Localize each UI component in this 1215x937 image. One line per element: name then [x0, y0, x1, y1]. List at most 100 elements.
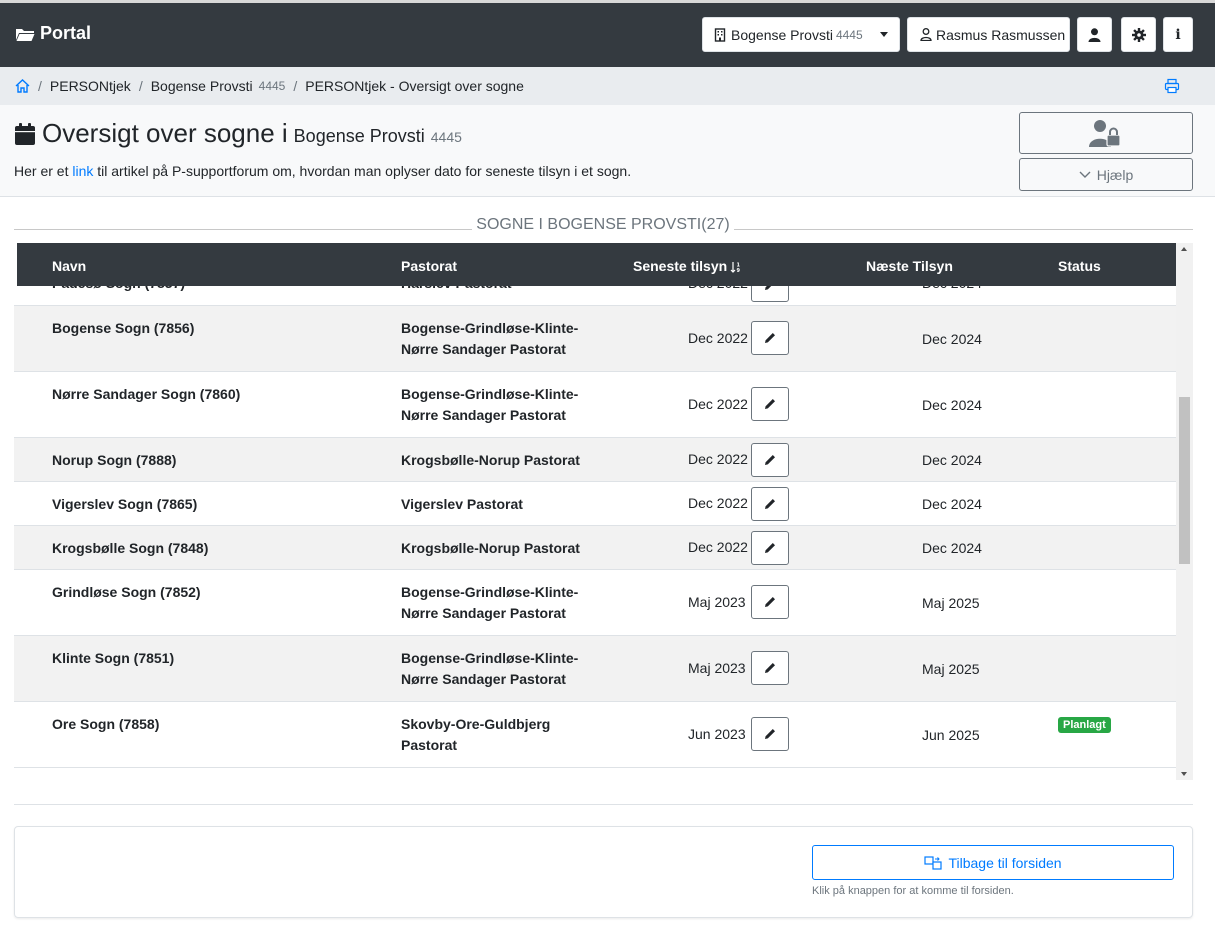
gear-icon: [1131, 27, 1146, 42]
settings-button[interactable]: [1121, 17, 1156, 52]
pencil-icon: [765, 333, 775, 343]
info-button[interactable]: i: [1163, 17, 1193, 52]
edit-button[interactable]: [751, 717, 789, 751]
user-lock-icon: [1089, 120, 1121, 147]
footer-card: Tilbage til forsiden Klik på knappen for…: [14, 826, 1193, 918]
cell-naeste-tilsyn: Dec 2024: [922, 397, 982, 413]
pencil-icon: [765, 663, 775, 673]
edit-button[interactable]: [751, 531, 789, 565]
info-text: Her er et link til artikel på P-supportf…: [14, 163, 631, 179]
cell-naeste-tilsyn: Dec 2024: [922, 496, 982, 512]
breadcrumb-personjek[interactable]: PERSONtjek: [50, 78, 131, 94]
cell-seneste-tilsyn: Dec 2022: [688, 495, 748, 511]
pencil-icon: [765, 729, 775, 739]
folder-open-icon: [16, 28, 35, 41]
cell-pastorat: Vigerslev Pastorat: [401, 496, 523, 512]
table-header: Navn Pastorat Seneste tilsyn 1 9 Næste Til…: [14, 243, 1176, 286]
pencil-icon: [765, 597, 775, 607]
cell-pastorat: Bogense-Grindløse-Klinte-Nørre Sandager …: [401, 650, 579, 687]
info-text-after: til artikel på P-supportforum om, hvorda…: [97, 163, 632, 179]
provsti-label: Bogense Provsti: [731, 26, 833, 43]
cell-navn: Vigerslev Sogn (7865): [52, 496, 198, 512]
table-row: Grindløse Sogn (7852) Bogense-Grindløse-…: [14, 570, 1176, 636]
scroll-down-arrow-icon[interactable]: [1181, 772, 1187, 776]
profile-button[interactable]: [1077, 17, 1112, 52]
support-forum-link[interactable]: link: [72, 163, 93, 179]
back-to-home-button[interactable]: Tilbage til forsiden: [812, 845, 1174, 880]
table-row: Norup Sogn (7888) Krogsbølle-Norup Pasto…: [14, 438, 1176, 482]
brand-label: Portal: [40, 23, 92, 43]
section-count: (27): [701, 216, 730, 233]
building-icon: [714, 27, 726, 42]
breadcrumb-separator: /: [38, 78, 42, 94]
back-button-label: Tilbage til forsiden: [948, 854, 1062, 871]
section-title-text: SOGNE I BOGENSE PROVSTI: [476, 216, 702, 233]
table-row: Klinte Sogn (7851) Bogense-Grindløse-Kli…: [14, 636, 1176, 702]
print-icon[interactable]: [1164, 78, 1180, 94]
column-header-status[interactable]: Status: [1058, 258, 1101, 274]
cell-navn: Ore Sogn (7858): [52, 716, 160, 732]
breadcrumb-current: PERSONtjek - Oversigt over sogne: [305, 78, 524, 94]
cell-seneste-tilsyn: Maj 2023: [688, 660, 746, 676]
cell-naeste-tilsyn: Maj 2025: [922, 661, 980, 677]
info-text-before: Her er et: [14, 163, 69, 179]
column-header-naeste[interactable]: Næste Tilsyn: [866, 258, 953, 274]
cell-navn: Norup Sogn (7888): [52, 452, 177, 468]
section-divider-left: [14, 229, 472, 230]
home-icon[interactable]: [15, 79, 30, 93]
pencil-icon: [765, 455, 775, 465]
cell-seneste-tilsyn: Dec 2022: [688, 330, 748, 346]
table-row: Krogsbølle Sogn (7848) Krogsbølle-Norup …: [14, 526, 1176, 570]
scrollbar-thumb[interactable]: [1179, 397, 1190, 564]
user-button[interactable]: Rasmus Rasmussen: [907, 17, 1070, 52]
cell-naeste-tilsyn: Jun 2025: [922, 727, 980, 743]
table-row: Vigerslev Sogn (7865) Vigerslev Pastorat…: [14, 482, 1176, 526]
user-icon: [920, 28, 932, 41]
user-label: Rasmus Rasmussen: [936, 26, 1066, 43]
cell-seneste-tilsyn: Dec 2022: [688, 539, 748, 555]
scroll-up-arrow-icon[interactable]: [1181, 247, 1187, 251]
cell-pastorat: Skovby-Ore-Guldbjerg Pastorat: [401, 716, 551, 753]
pencil-icon: [765, 399, 775, 409]
cell-pastorat: Bogense-Grindløse-Klinte-Nørre Sandager …: [401, 386, 579, 423]
column-header-pastorat[interactable]: Pastorat: [401, 258, 457, 274]
edit-button[interactable]: [751, 585, 789, 619]
column-header-navn[interactable]: Navn: [52, 258, 86, 274]
edit-button[interactable]: [751, 387, 789, 421]
cell-navn: Nørre Sandager Sogn (7860): [52, 386, 241, 402]
sort-descending-icon: 19: [730, 262, 741, 273]
breadcrumb-separator: /: [293, 78, 298, 94]
status-badge: Planlagt: [1058, 717, 1111, 733]
section-divider-right: [734, 229, 1193, 230]
provsti-dropdown[interactable]: Bogense Provsti 4445: [702, 17, 900, 52]
calendar-icon: [15, 122, 35, 145]
page-title: Oversigt over sogne i Bogense Provsti 44…: [14, 118, 462, 149]
top-navbar: Portal Bogense Provsti 4445 Rasmus Rasmu…: [0, 0, 1215, 67]
pencil-icon: [765, 499, 775, 509]
cell-navn: Bogense Sogn (7856): [52, 320, 195, 336]
portal-brand[interactable]: Portal: [15, 23, 91, 44]
svg-text:9: 9: [737, 268, 741, 273]
person-icon: [1088, 27, 1101, 42]
page-header: Oversigt over sogne i Bogense Provsti 44…: [0, 105, 1215, 197]
table-scrollbar[interactable]: [1176, 243, 1193, 780]
column-header-seneste[interactable]: Seneste tilsyn 1 9: [633, 258, 742, 274]
cell-naeste-tilsyn: Dec 2024: [922, 540, 982, 556]
info-icon: i: [1175, 26, 1181, 43]
table-row: Ore Sogn (7858) Skovby-Ore-Guldbjerg Pas…: [14, 702, 1176, 768]
access-lock-button[interactable]: [1019, 112, 1193, 154]
section-title: SOGNE I BOGENSE PROVSTI(27): [472, 216, 734, 234]
edit-button[interactable]: [751, 651, 789, 685]
edit-button[interactable]: [751, 443, 789, 477]
cell-navn: Krogsbølle Sogn (7848): [52, 540, 209, 556]
table-row: Bogense Sogn (7856) Bogense-Grindløse-Kl…: [14, 306, 1176, 372]
sogne-table: Padesø Sogn (7857) Harslev Pastorat Dec …: [14, 243, 1193, 780]
breadcrumb-provsti[interactable]: Bogense Provsti: [151, 78, 253, 94]
edit-button[interactable]: [751, 321, 789, 355]
edit-button[interactable]: [751, 487, 789, 521]
cell-navn: Klinte Sogn (7851): [52, 650, 175, 666]
cell-seneste-tilsyn: Dec 2022: [688, 451, 748, 467]
page-title-provsti: Bogense Provsti: [293, 126, 425, 146]
help-button[interactable]: Hjælp: [1019, 158, 1193, 191]
chevron-down-icon: [880, 32, 888, 37]
